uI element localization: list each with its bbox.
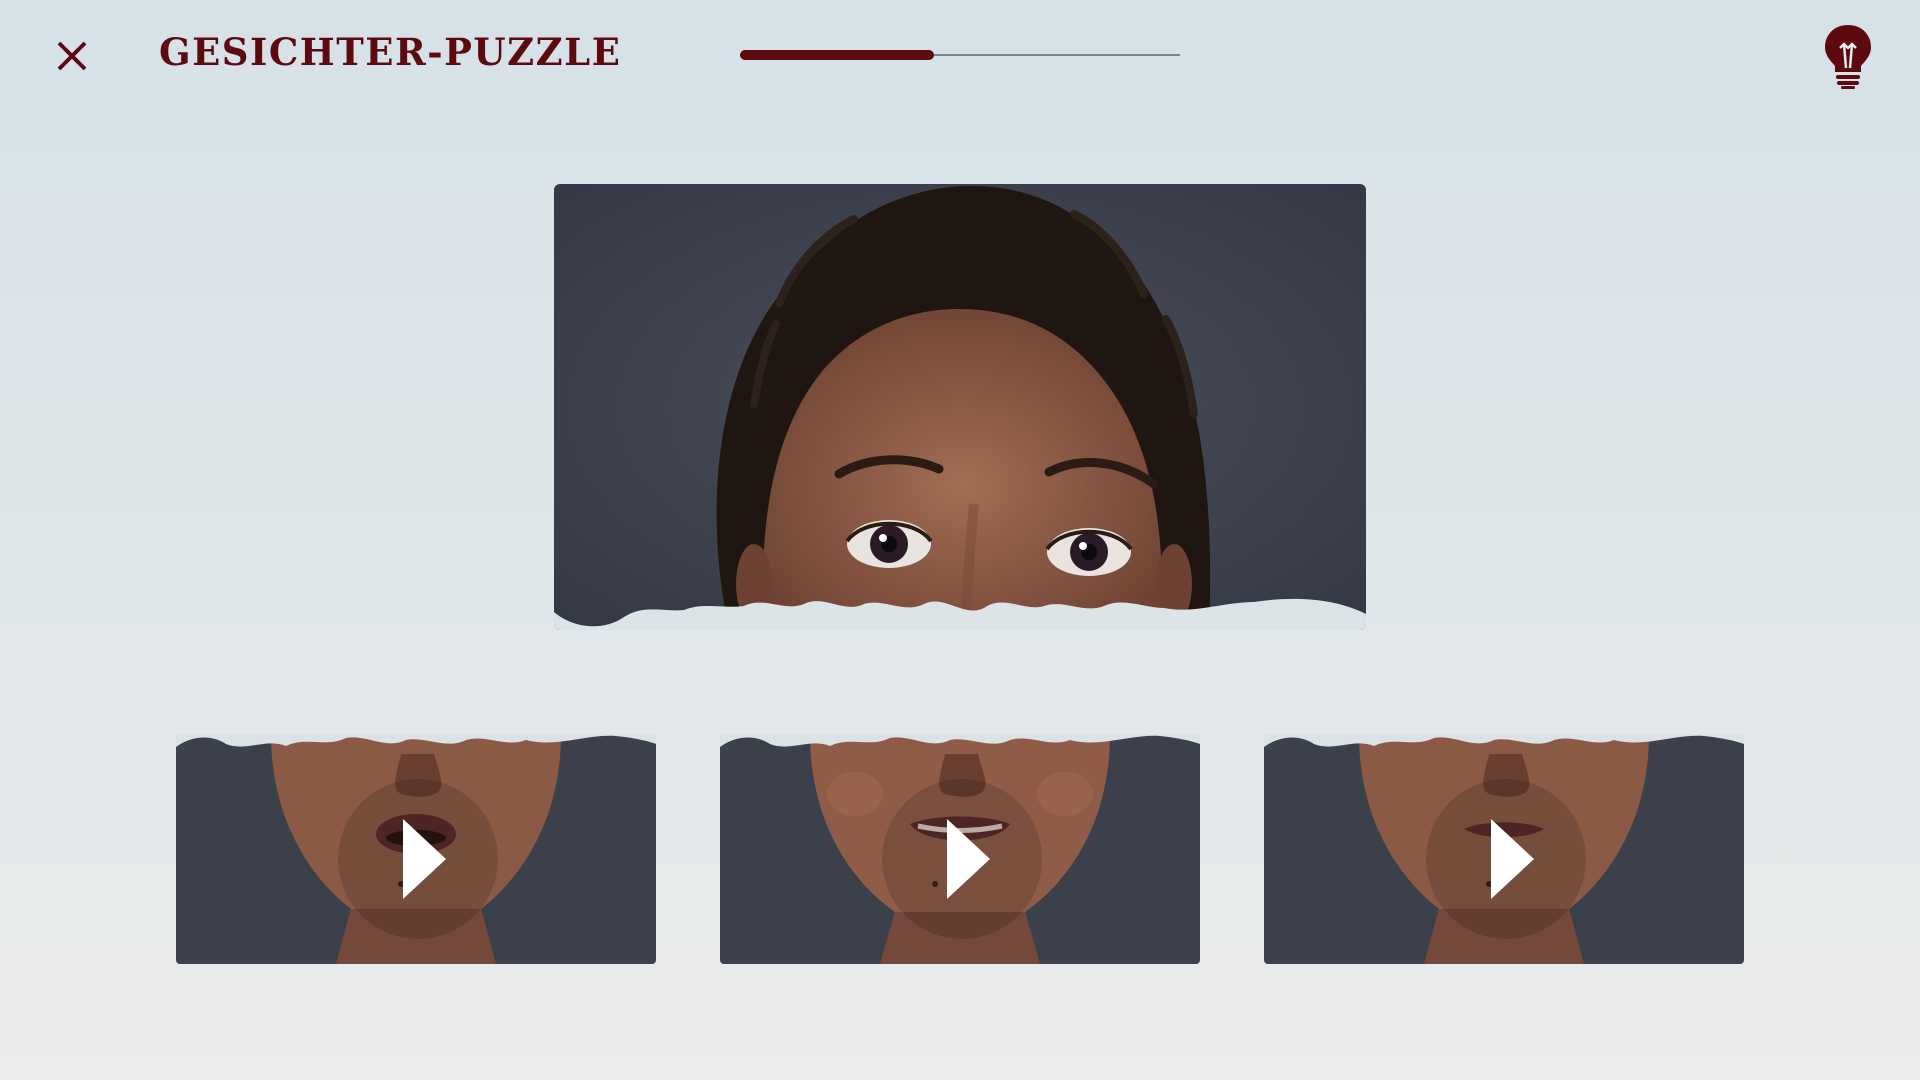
option-card-2[interactable] bbox=[720, 734, 1200, 964]
play-icon[interactable] bbox=[338, 779, 498, 939]
close-button[interactable] bbox=[48, 32, 96, 80]
option-card-3[interactable] bbox=[1264, 734, 1744, 964]
lightbulb-icon bbox=[1825, 25, 1871, 89]
play-icon[interactable] bbox=[882, 779, 1042, 939]
puzzle-top-image bbox=[554, 184, 1366, 630]
option-card-1[interactable] bbox=[176, 734, 656, 964]
hint-button[interactable] bbox=[1820, 22, 1876, 90]
progress-fill bbox=[740, 50, 934, 60]
play-icon[interactable] bbox=[1426, 779, 1586, 939]
close-icon bbox=[57, 41, 87, 71]
page-title: GESICHTER-PUZZLE bbox=[159, 30, 622, 74]
progress-bar bbox=[740, 50, 1180, 60]
top-bar: GESICHTER-PUZZLE bbox=[0, 0, 1920, 110]
